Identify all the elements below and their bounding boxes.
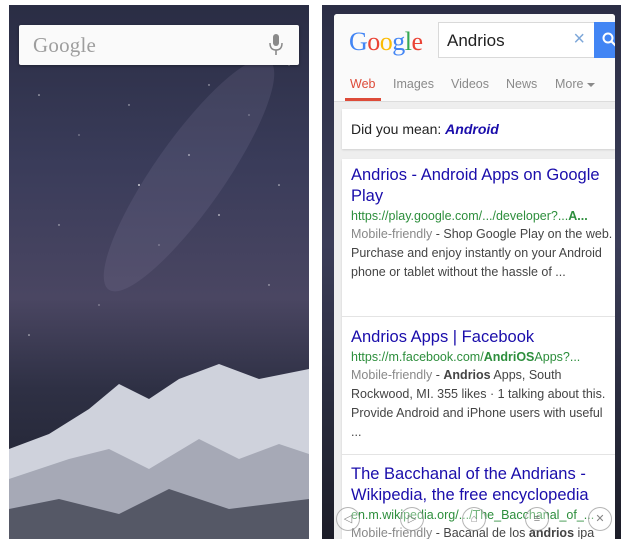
tab-videos[interactable]: Videos — [451, 77, 489, 91]
microphone-icon[interactable] — [269, 34, 283, 56]
url-text: https://play.google.com/.../developer?..… — [351, 209, 569, 223]
logo-letter: o — [367, 27, 380, 56]
google-logo[interactable]: Google — [349, 27, 423, 57]
home-screen: Google — [9, 5, 309, 539]
clear-icon[interactable]: × — [573, 28, 585, 51]
logo-letter: l — [404, 27, 412, 56]
tab-news[interactable]: News — [506, 77, 537, 91]
search-icon — [602, 32, 615, 47]
logo-letter: g — [392, 27, 405, 56]
tab-web[interactable]: Web — [350, 77, 375, 91]
suggestion-link[interactable]: Android — [445, 121, 499, 137]
google-logo: Google — [33, 32, 97, 57]
logo-letter: e — [411, 27, 424, 56]
results-card: Andrios - Android Apps on Google Play ht… — [342, 159, 615, 539]
search-button[interactable] — [594, 22, 615, 58]
active-tab-indicator — [345, 98, 381, 101]
menu-icon[interactable]: ≡ — [525, 507, 549, 531]
query-text: Andrios — [447, 31, 505, 50]
browser-nav-bar: ◁ ▷ ⌂ ≡ ✕ — [334, 497, 615, 539]
snowy-mountain — [9, 364, 309, 539]
logo-letter: G — [349, 27, 368, 56]
result-url: https://play.google.com/.../developer?..… — [351, 207, 613, 225]
divider — [342, 316, 615, 317]
logo-letter: o — [379, 27, 393, 56]
search-tabs: Web Images Videos News More — [334, 64, 615, 101]
result-title-link[interactable]: Andrios - Android Apps on Google Play — [351, 165, 613, 207]
snippet-bold: Andrios — [443, 368, 491, 382]
search-header: Google Andrios × Web Images Videos News … — [334, 14, 615, 102]
mobile-friendly-label: Mobile-friendly — [351, 368, 433, 382]
url-suffix: Apps?... — [534, 350, 581, 364]
tab-images[interactable]: Images — [393, 77, 434, 91]
result-snippet: Mobile-friendly - Andrios Apps, South Ro… — [351, 366, 613, 442]
results-sheet: Google Andrios × Web Images Videos News … — [334, 14, 615, 539]
did-you-mean: Did you mean: Android — [351, 121, 499, 137]
divider — [342, 454, 615, 455]
home-icon[interactable]: ⌂ — [462, 507, 486, 531]
search-input[interactable]: Andrios × — [438, 22, 600, 58]
did-you-mean-card: Did you mean: Android — [342, 109, 615, 149]
url-text: https://m.facebook.com/ — [351, 350, 484, 364]
url-bold: A... — [568, 209, 588, 223]
did-you-mean-prefix: Did you mean: — [351, 121, 442, 137]
search-result: Andrios - Android Apps on Google Play ht… — [351, 165, 613, 282]
search-result: Andrios Apps | Facebook https://m.facebo… — [351, 327, 613, 442]
result-snippet: Mobile-friendly - Shop Google Play on th… — [351, 225, 613, 282]
url-bold: AndriOS — [483, 350, 535, 364]
result-url: https://m.facebook.com/AndriOSApps?... — [351, 348, 613, 366]
back-icon[interactable]: ◁ — [336, 507, 360, 531]
result-title-link[interactable]: Andrios Apps | Facebook — [351, 327, 613, 348]
search-results-screen: Google Andrios × Web Images Videos News … — [322, 5, 621, 539]
forward-icon[interactable]: ▷ — [400, 507, 424, 531]
close-icon[interactable]: ✕ — [588, 507, 612, 531]
tab-more-label: More — [555, 77, 584, 91]
google-search-widget[interactable]: Google — [19, 25, 299, 65]
chevron-down-icon — [587, 82, 596, 87]
mobile-friendly-label: Mobile-friendly — [351, 227, 433, 241]
tab-more[interactable]: More — [555, 77, 596, 91]
snippet-separator: - — [432, 368, 444, 382]
